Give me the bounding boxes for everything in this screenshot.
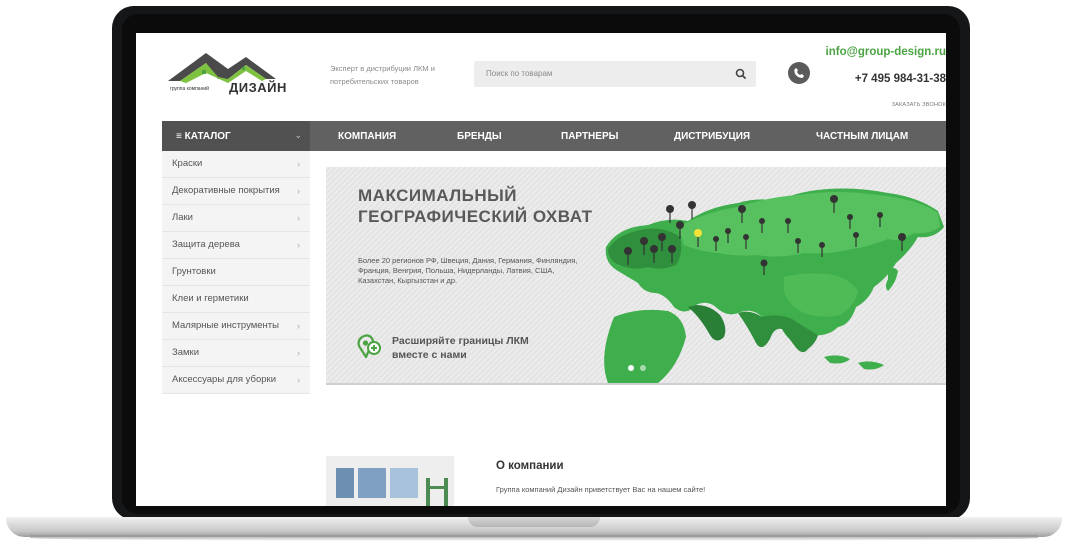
color-swatch xyxy=(358,468,386,498)
sidebar-item-label: Декоративные покрытия xyxy=(172,185,280,196)
about-text: Группа компаний Дизайн приветствует Вас … xyxy=(496,485,706,494)
logo-title: ДИЗАЙН xyxy=(229,80,287,95)
nav-item-private-clients[interactable]: ЧАСТНЫМ ЛИЦАМ xyxy=(816,131,908,142)
map-pin-add-icon xyxy=(357,334,381,359)
chevron-right-icon: › xyxy=(297,321,300,331)
contact-email-link[interactable]: info@group-design.ru xyxy=(826,46,946,58)
nav-item-distribution[interactable]: ДИСТРИБУЦИЯ xyxy=(674,131,750,142)
chevron-right-icon: › xyxy=(297,240,300,250)
hero-banner[interactable]: МАКСИМАЛЬНЫЙ ГЕОГРАФИЧЕСКИЙ ОХВАТ Более … xyxy=(326,167,946,385)
sidebar-item-primers[interactable]: Грунтовки xyxy=(162,259,310,286)
chevron-right-icon: › xyxy=(297,159,300,169)
catalog-label: ≡ КАТАЛОГ xyxy=(176,131,231,142)
sidebar-item-cleaning[interactable]: Аксессуары для уборки › xyxy=(162,367,310,394)
website-screen: группа компаний ДИЗАЙН Эксперт в дистриб… xyxy=(136,33,946,506)
color-swatch xyxy=(336,468,354,498)
catalog-menu-button[interactable]: ≡ КАТАЛОГ ⌄ xyxy=(162,121,310,151)
chevron-right-icon: › xyxy=(297,348,300,358)
chevron-right-icon: › xyxy=(297,213,300,223)
sidebar-item-label: Аксессуары для уборки xyxy=(172,374,277,385)
ladder-rail xyxy=(444,478,448,506)
laptop-shadow xyxy=(30,535,1038,541)
nav-item-partners[interactable]: ПАРТНЕРЫ xyxy=(561,131,618,142)
chevron-down-icon: ⌄ xyxy=(294,130,302,140)
sidebar-item-label: Малярные инструменты xyxy=(172,320,279,331)
search-input[interactable]: Поиск по товарам xyxy=(486,69,552,78)
sidebar-item-varnish[interactable]: Лаки › xyxy=(162,205,310,232)
sidebar-item-label: Краски xyxy=(172,158,203,169)
ladder-rung xyxy=(426,486,448,489)
sidebar-item-label: Клеи и герметики xyxy=(172,293,249,304)
laptop-notch xyxy=(468,517,600,527)
search-icon[interactable] xyxy=(734,67,748,81)
banner-cta[interactable]: Расширяйте границы ЛКМ вместе с нами xyxy=(392,334,562,362)
sidebar-item-label: Защита дерева xyxy=(172,239,240,250)
sidebar-item-painting-tools[interactable]: Малярные инструменты › xyxy=(162,313,310,340)
phone-icon[interactable] xyxy=(788,62,810,84)
sidebar-item-label: Лаки xyxy=(172,212,193,223)
catalog-sidebar: Краски › Декоративные покрытия › Лаки › Защ… xyxy=(162,151,310,394)
nav-item-brands[interactable]: БРЕНДЫ xyxy=(457,131,502,142)
sidebar-item-adhesives[interactable]: Клеи и герметики xyxy=(162,286,310,313)
slider-dots[interactable] xyxy=(626,364,650,372)
color-swatch xyxy=(390,468,418,498)
sidebar-item-locks[interactable]: Замки › xyxy=(162,340,310,367)
world-map-illustration xyxy=(604,188,944,383)
sidebar-item-decorative[interactable]: Декоративные покрытия › xyxy=(162,178,310,205)
chevron-right-icon: › xyxy=(297,375,300,385)
contact-phone[interactable]: +7 495 984-31-38 xyxy=(855,73,946,85)
chevron-right-icon: › xyxy=(297,186,300,196)
sidebar-item-wood-protection[interactable]: Защита дерева › xyxy=(162,232,310,259)
tagline: Эксперт в дистрибуции ЛКМ и потребительс… xyxy=(330,64,435,86)
sidebar-item-paints[interactable]: Краски › xyxy=(162,151,310,178)
ladder-rail xyxy=(426,478,430,506)
sidebar-item-label: Замки xyxy=(172,347,200,358)
search-box[interactable]: Поиск по товарам xyxy=(474,61,756,87)
about-title: О компании xyxy=(496,460,564,472)
callback-link[interactable]: ЗАКАЗАТЬ ЗВОНОК xyxy=(892,102,946,108)
sidebar-item-label: Грунтовки xyxy=(172,266,216,277)
banner-title: МАКСИМАЛЬНЫЙ ГЕОГРАФИЧЕСКИЙ ОХВАТ xyxy=(358,186,593,226)
about-image xyxy=(326,456,454,506)
logo-subtitle: группа компаний xyxy=(170,86,209,92)
nav-item-company[interactable]: КОМПАНИЯ xyxy=(338,131,396,142)
banner-text: Более 20 регионов РФ, Швеция, Дания, Гер… xyxy=(358,256,578,285)
